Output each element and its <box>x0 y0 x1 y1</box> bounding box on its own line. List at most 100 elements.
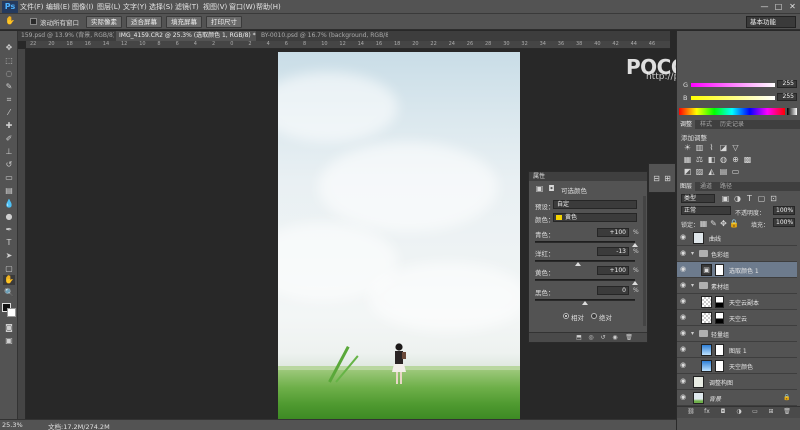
shape-tool-icon[interactable]: ▢ <box>3 264 15 274</box>
relative-radio[interactable] <box>563 313 569 319</box>
expand-arrow-icon[interactable]: ▾ <box>691 330 694 337</box>
fill-screen-button[interactable]: 填充屏幕 <box>166 16 202 28</box>
visibility-eye-icon[interactable]: ◉ <box>680 378 687 385</box>
lasso-tool-icon[interactable]: ◌ <box>3 69 15 79</box>
preset-select[interactable]: 自定 <box>553 200 637 209</box>
delete-icon[interactable]: 🗑 <box>625 334 633 342</box>
layer-row[interactable]: ◉ 背景 🔒 <box>677 390 797 406</box>
properties-scrollbar[interactable] <box>643 196 646 326</box>
brightness-contrast-icon[interactable]: ☀ <box>683 143 692 152</box>
visibility-eye-icon[interactable]: ◉ <box>680 250 687 257</box>
scroll-all-windows-checkbox[interactable] <box>30 18 37 25</box>
fill-field[interactable]: 100% <box>773 218 795 227</box>
panel-toggle-icon[interactable]: ⊟ <box>652 174 661 183</box>
marquee-tool-icon[interactable]: ⬚ <box>3 56 15 66</box>
visibility-eye-icon[interactable]: ◉ <box>680 314 687 321</box>
layer-row[interactable]: ◉ ▾ 素材组 <box>677 278 797 294</box>
visibility-icon[interactable]: ◉ <box>611 334 619 342</box>
absolute-radio[interactable] <box>591 313 597 319</box>
lock-all-icon[interactable]: 🔒 <box>729 219 739 228</box>
color-spectrum[interactable] <box>679 108 785 115</box>
layer-row[interactable]: ◉ 天空云副本 <box>677 294 797 310</box>
link-layers-icon[interactable]: ⛓ <box>687 408 695 416</box>
green-channel-value[interactable]: 255 <box>777 80 797 88</box>
menu-file[interactable]: 文件(F) <box>20 2 44 12</box>
levels-icon[interactable]: ▥ <box>695 143 704 152</box>
layer-row[interactable]: ◉ ▾ 轻量组 <box>677 326 797 342</box>
minimize-button[interactable]: — <box>758 1 771 12</box>
visibility-eye-icon[interactable]: ◉ <box>680 394 687 401</box>
screen-mode-icon[interactable]: ▣ <box>3 336 15 346</box>
layer-style-icon[interactable]: fx <box>703 408 711 416</box>
visibility-eye-icon[interactable]: ◉ <box>680 330 687 337</box>
yellow-value[interactable]: +100 <box>597 266 629 275</box>
grayscale-ramp[interactable] <box>787 108 797 115</box>
layer-row[interactable]: ◉ 调整构图 <box>677 374 797 390</box>
lock-transparent-icon[interactable]: ▦ <box>699 219 708 228</box>
zoom-tool-icon[interactable]: 🔍 <box>3 288 15 298</box>
cyan-slider[interactable] <box>535 241 635 243</box>
type-tool-icon[interactable]: T <box>3 238 15 248</box>
menu-view[interactable]: 视图(V) <box>203 2 227 12</box>
eraser-tool-icon[interactable]: ▭ <box>3 173 15 183</box>
visibility-eye-icon[interactable]: ◉ <box>680 298 687 305</box>
close-button[interactable]: ✕ <box>786 1 799 12</box>
path-select-tool-icon[interactable]: ➤ <box>3 251 15 261</box>
quick-select-tool-icon[interactable]: ✎ <box>3 82 15 92</box>
yellow-slider-thumb[interactable] <box>632 281 638 285</box>
blur-tool-icon[interactable]: 💧 <box>3 199 15 209</box>
add-mask-icon[interactable]: ◘ <box>719 408 727 416</box>
menu-filter[interactable]: 滤镜(T) <box>175 2 199 12</box>
layer-row[interactable]: ◉ ▾ 色彩组 <box>677 246 797 262</box>
opacity-field[interactable]: 100% <box>773 206 795 215</box>
maximize-button[interactable]: □ <box>772 1 785 12</box>
cyan-value[interactable]: +100 <box>597 228 629 237</box>
black-value[interactable]: 0 <box>597 286 629 295</box>
menu-edit[interactable]: 编辑(E) <box>46 2 70 12</box>
menu-window[interactable]: 窗口(W) <box>229 2 255 12</box>
black-slider-thumb[interactable] <box>582 301 588 305</box>
layer-mask-thumbnail[interactable] <box>715 296 724 308</box>
zoom-level[interactable]: 25.3% <box>2 421 23 429</box>
layer-row[interactable]: ◉ 天空颜色 <box>677 358 797 374</box>
black-white-icon[interactable]: ◧ <box>707 155 716 164</box>
document-photo[interactable] <box>278 52 520 419</box>
move-tool-icon[interactable]: ✥ <box>3 43 15 53</box>
layer-row[interactable]: ◉ 天空云 <box>677 310 797 326</box>
quick-mask-icon[interactable]: ◙ <box>3 323 15 333</box>
visibility-eye-icon[interactable]: ◉ <box>680 266 687 273</box>
visibility-eye-icon[interactable]: ◉ <box>680 234 687 241</box>
blend-mode-select[interactable]: 正常 <box>681 206 731 215</box>
exposure-icon[interactable]: ◪ <box>719 143 728 152</box>
selective-color-icon[interactable]: ▤ <box>719 167 728 176</box>
eyedropper-tool-icon[interactable]: ⁄ <box>3 108 15 118</box>
brush-tool-icon[interactable]: ✐ <box>3 134 15 144</box>
layer-mask-thumbnail[interactable] <box>715 312 724 324</box>
green-channel-slider[interactable] <box>691 83 775 87</box>
panel-toggle-icon[interactable]: ⊞ <box>663 174 672 183</box>
view-previous-icon[interactable]: ◎ <box>587 334 595 342</box>
filter-smart-icon[interactable]: ⊡ <box>769 194 778 203</box>
pen-tool-icon[interactable]: ✒ <box>3 225 15 235</box>
lock-position-icon[interactable]: ✥ <box>719 219 728 228</box>
visibility-eye-icon[interactable]: ◉ <box>680 282 687 289</box>
colors-select[interactable]: 黄色 <box>553 213 637 222</box>
background-color-swatch[interactable] <box>7 308 16 317</box>
expand-arrow-icon[interactable]: ▾ <box>691 250 694 257</box>
tab-history[interactable]: 历史记录 <box>717 120 747 129</box>
new-layer-icon[interactable]: ⊞ <box>767 408 775 416</box>
filter-adjust-icon[interactable]: ◑ <box>733 194 742 203</box>
layer-row[interactable]: ◉ 曲线 <box>677 230 797 246</box>
document-tab[interactable]: BY-0010.psd @ 16.7% (background, RGB/8) … <box>258 31 388 41</box>
print-size-button[interactable]: 打印尺寸 <box>206 16 242 28</box>
yellow-slider[interactable] <box>535 279 635 281</box>
dodge-tool-icon[interactable]: ● <box>3 212 15 222</box>
photo-filter-icon[interactable]: ◍ <box>719 155 728 164</box>
new-adjustment-icon[interactable]: ◑ <box>735 408 743 416</box>
blue-channel-value[interactable]: 255 <box>777 93 797 101</box>
posterize-icon[interactable]: ▨ <box>695 167 704 176</box>
hand-tool-icon[interactable]: ✋ <box>3 275 15 285</box>
invert-icon[interactable]: ◩ <box>683 167 692 176</box>
workspace-select[interactable]: 基本功能 <box>746 16 796 28</box>
menu-image[interactable]: 图像(I) <box>72 2 94 12</box>
